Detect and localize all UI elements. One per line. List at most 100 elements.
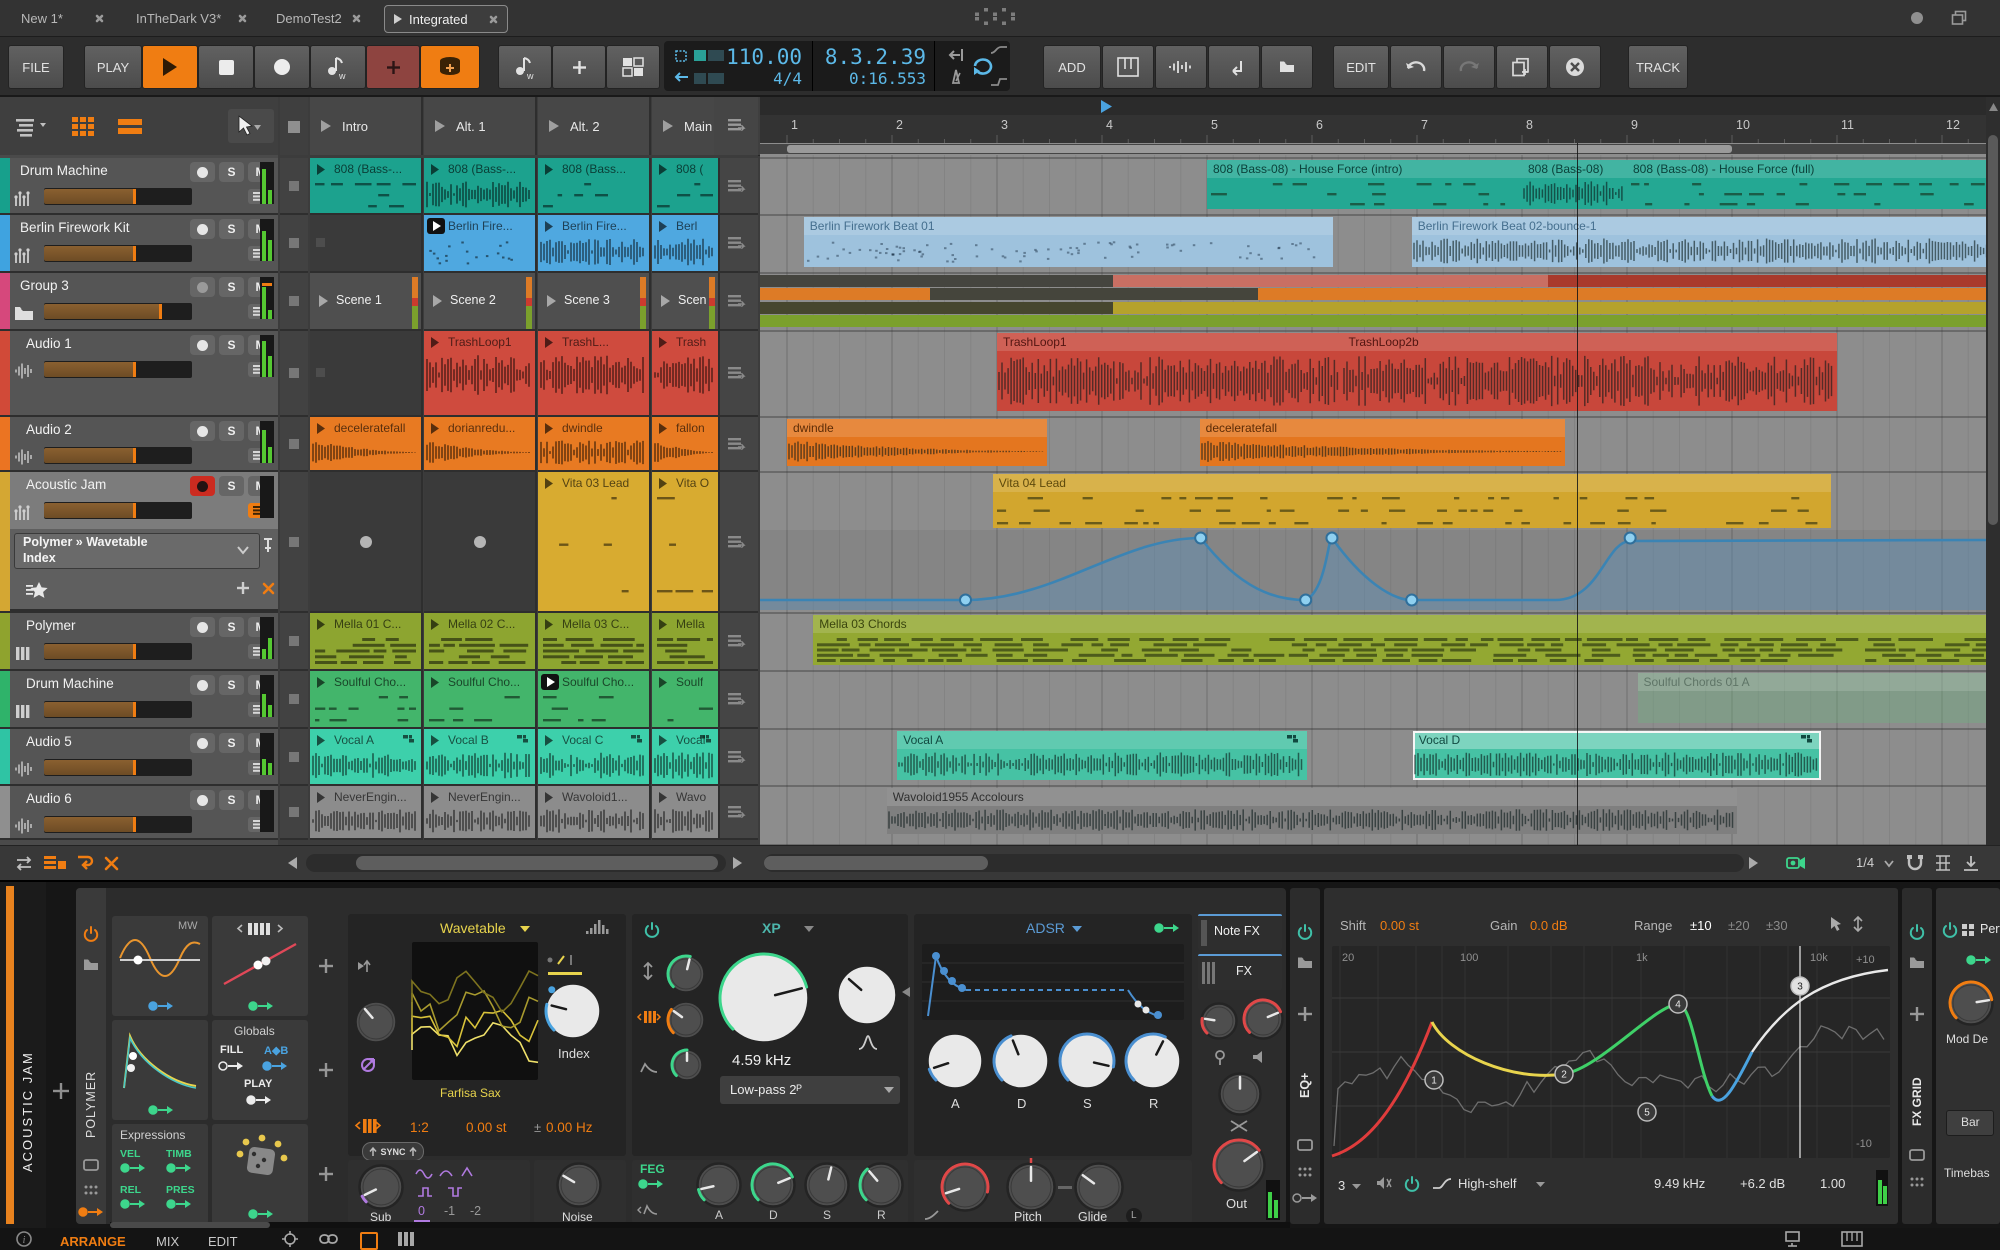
scene-header-alt1[interactable]: Alt. 1 (424, 97, 537, 155)
arranger-clip[interactable]: Soulful Chords 01 A (1638, 673, 1987, 723)
mod-source-chip[interactable] (148, 1104, 174, 1116)
aeg-caret-icon[interactable] (1072, 926, 1082, 933)
launcher-clip[interactable]: Berlin Fire... (424, 215, 537, 273)
device-preset-icon[interactable] (83, 958, 99, 971)
launcher-clip[interactable]: Scene 1 (310, 273, 423, 331)
volume-fader[interactable] (44, 447, 192, 464)
return-to-arrangement-icon[interactable] (76, 855, 94, 872)
launcher-clip[interactable]: dorianredu... (424, 417, 537, 472)
add-modulator-button[interactable] (318, 958, 334, 974)
device-chain-panel[interactable]: Polymer » WavetableIndex (10, 529, 278, 611)
row-options-cell[interactable] (714, 729, 758, 786)
solo-button[interactable]: S (219, 733, 244, 753)
launcher-clip[interactable]: Scen (652, 273, 720, 331)
perf-chip[interactable] (1966, 954, 1992, 966)
row-hamburger-icon[interactable] (728, 295, 744, 307)
solo-button[interactable]: S (219, 277, 244, 297)
volume-fader-handle[interactable] (133, 702, 136, 717)
track-row-audio-6[interactable]: Audio 6SM (0, 786, 278, 840)
tab-close-icon[interactable] (238, 14, 247, 23)
fill-mode-button[interactable] (420, 45, 480, 89)
track-row-audio-2[interactable]: Audio 2SM (0, 417, 278, 472)
modulator-cell[interactable] (212, 1124, 308, 1224)
grid-resolution-value[interactable]: 1/4 (1856, 855, 1874, 870)
track-row-audio-5[interactable]: Audio 5SM (0, 729, 278, 786)
aeg-d-knob[interactable] (992, 1032, 1050, 1090)
row-hamburger-icon[interactable] (728, 180, 744, 192)
record-arm-button[interactable] (190, 617, 215, 637)
time-signature-value[interactable]: 4/4 (726, 69, 802, 88)
spread-knob[interactable] (1218, 1072, 1262, 1116)
arranger-clip[interactable]: deceleratefall (1200, 419, 1565, 466)
modulator-cell[interactable]: MW (112, 916, 208, 1016)
add-group-button[interactable] (1261, 45, 1313, 89)
solo-button[interactable]: S (219, 617, 244, 637)
clip-play-icon[interactable] (430, 619, 440, 630)
footer-edit-tab[interactable]: EDIT (208, 1234, 238, 1249)
zoom-to-fit-icon[interactable] (1962, 854, 1980, 872)
launcher-clip[interactable]: NeverEngin... (424, 786, 537, 840)
fx-slot[interactable]: FX (1198, 954, 1282, 990)
solo-button[interactable]: S (219, 476, 244, 496)
automation-lane[interactable] (760, 530, 1986, 610)
remove-button[interactable] (262, 582, 275, 595)
scene-header-main[interactable]: Main (652, 97, 720, 155)
volume-fader-handle[interactable] (133, 644, 136, 659)
sub-octave--2[interactable]: -2 (470, 1204, 481, 1218)
header-hamburger-icon[interactable] (728, 119, 744, 131)
expr-chip[interactable] (120, 1198, 146, 1210)
sub-octave-0[interactable]: 0 (418, 1204, 425, 1218)
metronome-icon[interactable] (948, 69, 964, 85)
clip-play-icon[interactable] (544, 423, 554, 434)
dual-display-icon[interactable] (1786, 1232, 1806, 1246)
arranger-vscroll-thumb[interactable] (1988, 135, 1998, 525)
plus-icon[interactable] (386, 60, 401, 75)
arranger-clip[interactable]: 808 (Bass-08) - House Force (full) (1627, 160, 1986, 209)
arranger-clip[interactable]: Berlin Firework Beat 01 (804, 217, 1333, 267)
aeg-a-knob[interactable] (926, 1032, 984, 1090)
volume-fader[interactable] (44, 816, 192, 833)
band-power-button[interactable] (1404, 1176, 1420, 1192)
arranger-automation-icon[interactable] (990, 77, 1008, 87)
automation-write-button[interactable]: w (310, 45, 366, 89)
modulator-cell[interactable]: GlobalsFILLA◆BPLAY (212, 1020, 308, 1120)
stop-all-clips-button[interactable] (104, 856, 119, 871)
volume-fader[interactable] (44, 245, 192, 262)
row-hamburger-icon[interactable] (728, 536, 744, 548)
filter-envmod-knob[interactable] (666, 1000, 706, 1040)
volume-fader[interactable] (44, 759, 192, 776)
pitch-knob[interactable] (1006, 1162, 1056, 1212)
record-arm-button[interactable] (190, 790, 215, 810)
stop-button[interactable] (198, 45, 254, 89)
row-options-cell[interactable] (714, 158, 758, 215)
launcher-clip[interactable]: TrashL... (538, 331, 651, 417)
arranger-clip[interactable]: Berlin Firework Beat 02-bounce-1 (1412, 217, 1986, 267)
chevron-down-icon[interactable] (237, 546, 249, 554)
launcher-clip[interactable]: Vocal (652, 729, 720, 786)
launcher-clip[interactable]: TrashLoop1 (424, 331, 537, 417)
clip-play-icon[interactable] (544, 337, 554, 348)
onscreen-keyboard-icon[interactable] (1842, 1232, 1862, 1246)
add-instrument-button[interactable] (1102, 45, 1154, 89)
redo-button[interactable] (1443, 45, 1495, 89)
pre-roll-icon[interactable] (946, 47, 966, 63)
clip-play-icon[interactable] (430, 337, 440, 348)
clip-play-icon[interactable] (430, 677, 440, 688)
loop-region[interactable] (787, 145, 1732, 153)
add-device-slot-button[interactable] (52, 1082, 70, 1100)
launcher-clip[interactable]: Vocal C (538, 729, 651, 786)
clip-play-icon[interactable] (316, 164, 326, 175)
fxgrid-preset-icon[interactable] (1909, 956, 1925, 969)
clip-play-icon[interactable] (544, 221, 554, 232)
osc-detune-value[interactable]: 0.00 Hz (546, 1120, 593, 1135)
row-hamburger-icon[interactable] (728, 806, 744, 818)
tab-close-icon[interactable] (95, 14, 104, 23)
row-hamburger-icon[interactable] (728, 438, 744, 450)
play-button[interactable] (142, 45, 198, 89)
undo-button[interactable] (1390, 45, 1442, 89)
record-arm-button[interactable] (190, 733, 215, 753)
modulator-cell[interactable]: ExpressionsVELTIMBRELPRES (112, 1124, 208, 1224)
eq-shift-value[interactable]: 0.00 st (1380, 918, 1419, 933)
punch-record-button[interactable] (366, 45, 420, 89)
play-chip[interactable] (246, 1094, 272, 1106)
